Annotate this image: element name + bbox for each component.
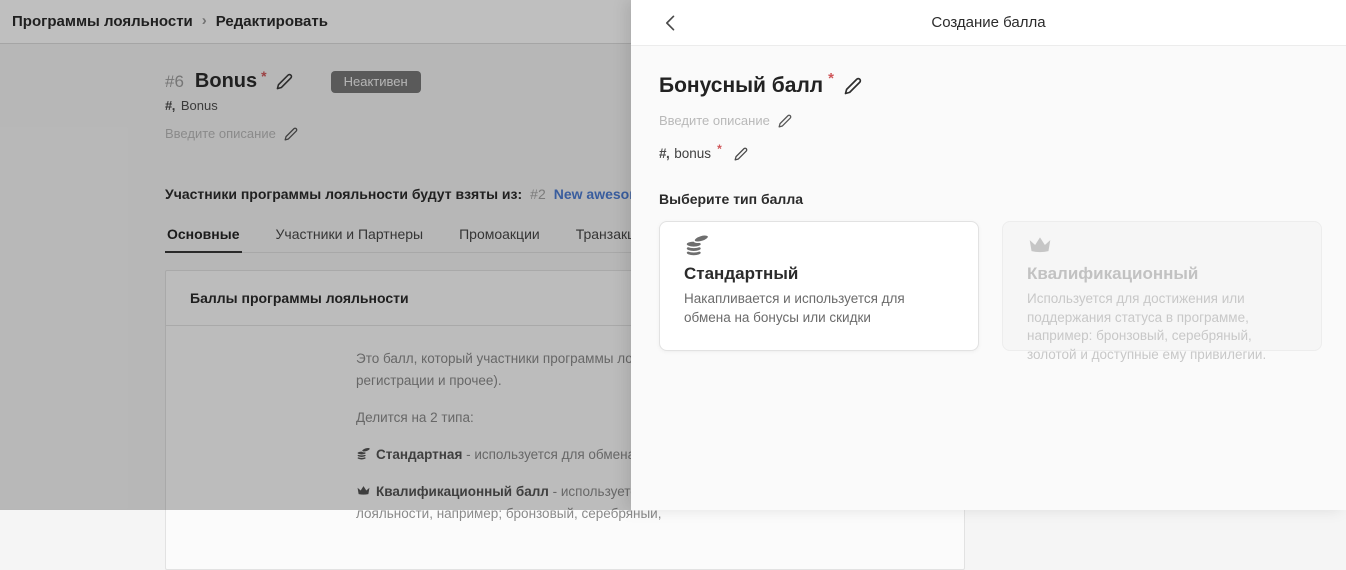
hash-icon: #, bbox=[659, 146, 669, 161]
edit-point-system-name-pencil-icon[interactable] bbox=[734, 147, 748, 161]
point-type-card-standard[interactable]: Стандартный Накапливается и используется… bbox=[659, 221, 979, 351]
card-title-qualification: Квалификационный bbox=[1027, 264, 1297, 284]
drawer-header: Создание балла bbox=[631, 0, 1346, 46]
required-mark: * bbox=[828, 70, 834, 87]
app-root: Программы лояльности › Редактировать #6 … bbox=[0, 0, 1346, 510]
card-description-standard: Накапливается и используется для обмена … bbox=[684, 290, 954, 327]
crown-icon bbox=[1027, 232, 1053, 258]
create-point-drawer: Создание балла Бонусный балл * Введите о… bbox=[631, 0, 1346, 510]
point-system-name-row: #, bonus * bbox=[659, 146, 1322, 161]
required-mark: * bbox=[717, 142, 722, 156]
drawer-title: Создание балла bbox=[931, 14, 1045, 31]
point-description-placeholder: Введите описание bbox=[659, 113, 770, 128]
card-description-qualification: Используется для достижения или поддержа… bbox=[1027, 290, 1297, 364]
point-name-row: Бонусный балл * bbox=[659, 74, 1322, 98]
edit-point-name-pencil-icon[interactable] bbox=[844, 77, 862, 95]
point-description-row: Введите описание bbox=[659, 113, 1322, 128]
drawer-body: Бонусный балл * Введите описание #, bonu… bbox=[631, 46, 1346, 351]
back-icon[interactable] bbox=[661, 13, 681, 33]
coins-icon bbox=[684, 232, 710, 258]
point-type-card-qualification: Квалификационный Используется для достиж… bbox=[1002, 221, 1322, 351]
edit-point-description-pencil-icon[interactable] bbox=[778, 114, 792, 128]
point-type-cards: Стандартный Накапливается и используется… bbox=[659, 221, 1322, 351]
point-name: Бонусный балл bbox=[659, 74, 823, 98]
card-title-standard: Стандартный bbox=[684, 264, 954, 284]
point-system-name: bonus bbox=[674, 146, 711, 161]
point-type-section-label: Выберите тип балла bbox=[659, 191, 1322, 207]
